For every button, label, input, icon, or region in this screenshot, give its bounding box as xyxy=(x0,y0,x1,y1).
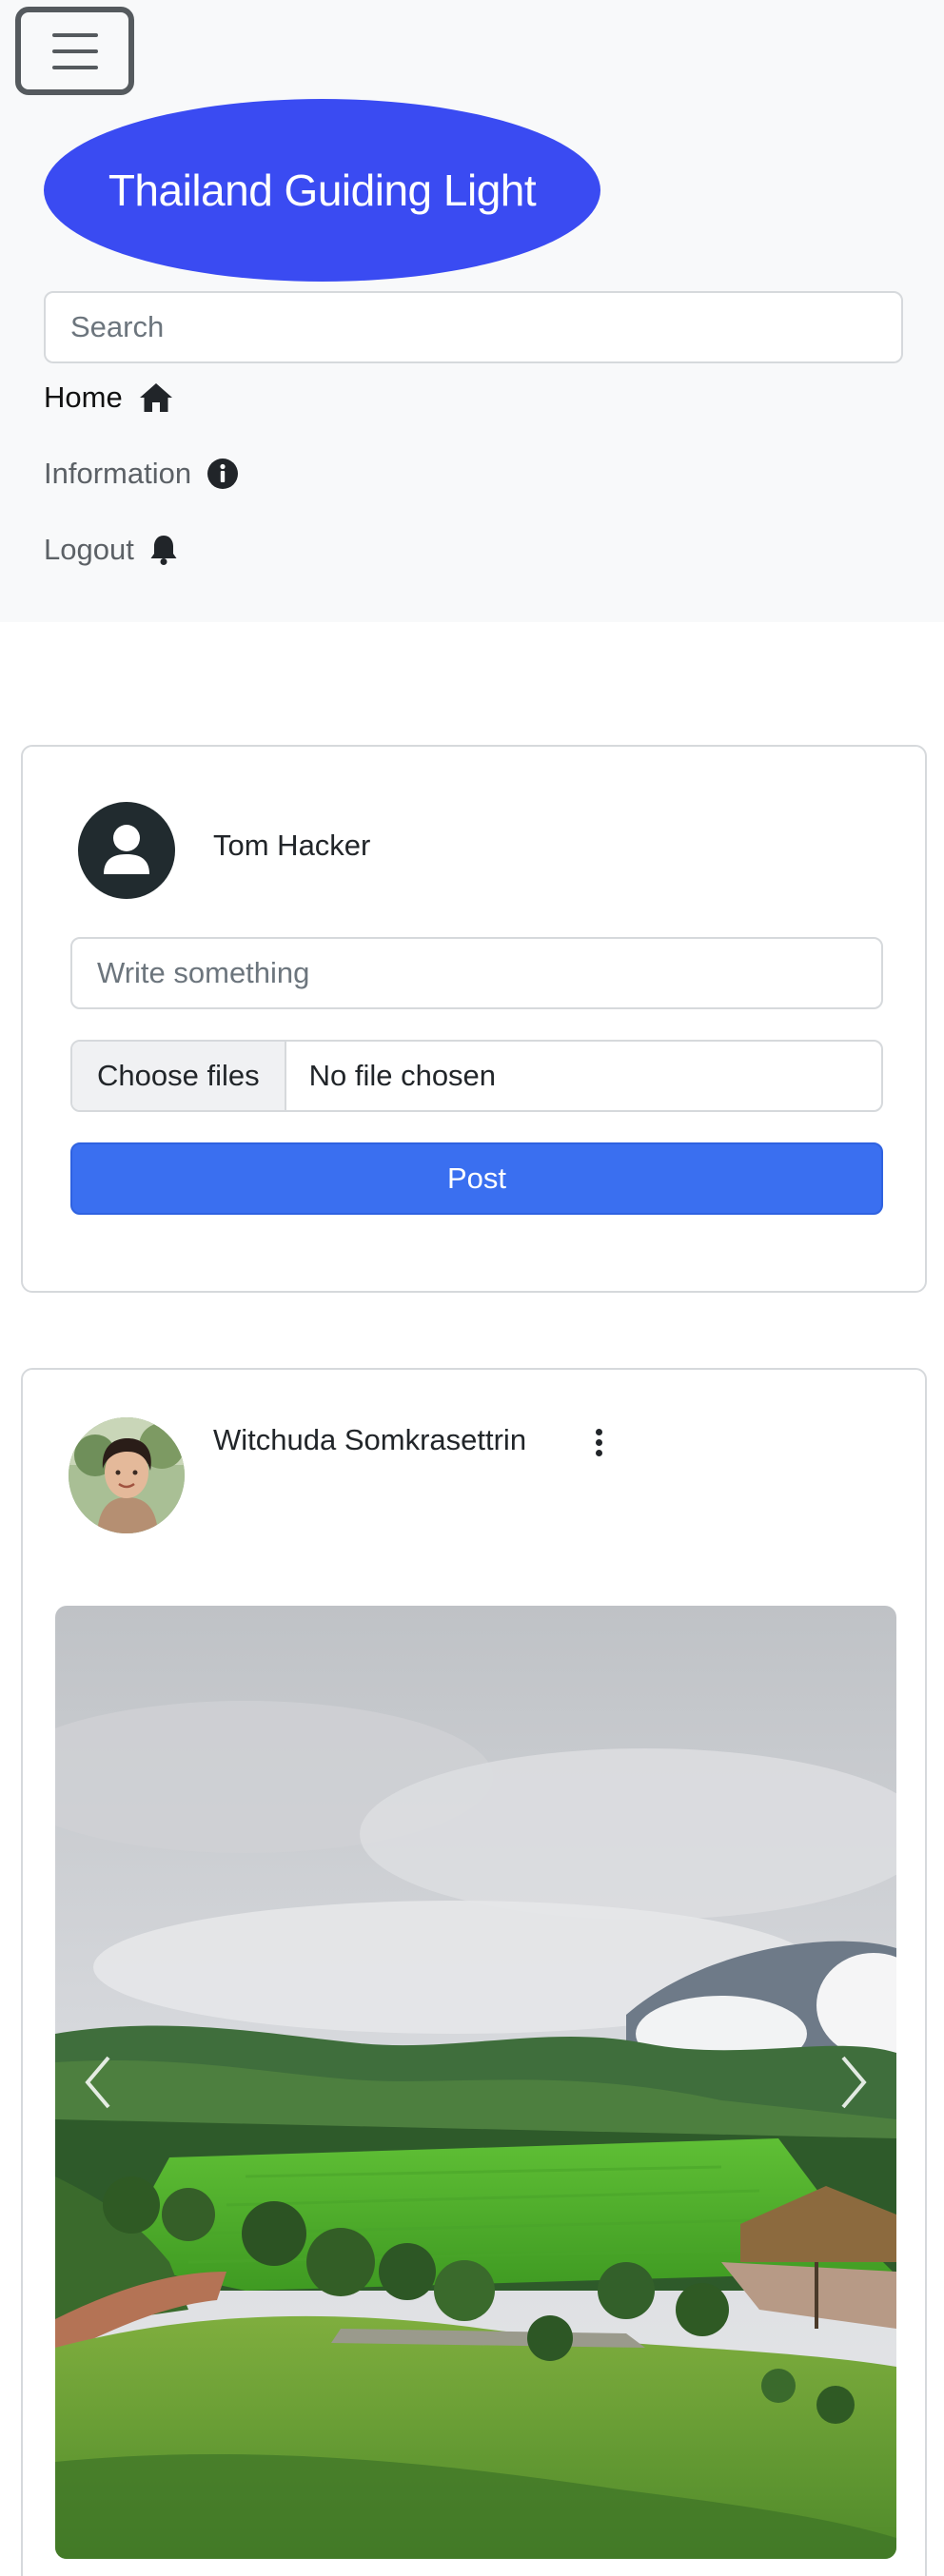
nav-item-label: Information xyxy=(44,457,192,490)
nav-item-home[interactable]: Home xyxy=(44,381,174,415)
post-card: Witchuda Somkrasettrin xyxy=(21,1368,927,2576)
post-button[interactable]: Post xyxy=(70,1142,883,1215)
nav-item-label: Home xyxy=(44,381,123,414)
post-author-name[interactable]: Witchuda Somkrasettrin xyxy=(213,1423,526,1457)
brand-title: Thailand Guiding Light xyxy=(108,166,537,215)
more-vertical-icon[interactable] xyxy=(584,1423,613,1461)
brand-logo[interactable]: Thailand Guiding Light xyxy=(44,99,600,282)
nav-item-information[interactable]: Information xyxy=(44,457,239,491)
file-status-text: No file chosen xyxy=(308,1059,497,1092)
menu-bar-line xyxy=(51,65,98,69)
kebab-dot xyxy=(595,1449,602,1456)
nav-item-logout[interactable]: Logout xyxy=(44,533,178,567)
search-placeholder: Search xyxy=(70,310,165,343)
menu-bar-line xyxy=(51,49,98,53)
kebab-dot xyxy=(595,1428,602,1435)
info-circle-icon xyxy=(207,459,239,489)
author-avatar[interactable] xyxy=(69,1417,185,1533)
landscape-photo xyxy=(55,1606,896,2559)
navbar-toggler-button[interactable] xyxy=(15,7,134,95)
post-text-input[interactable]: Write something xyxy=(70,937,883,1009)
post-composer-card: Tom Hacker Write something Choose files … xyxy=(21,745,927,1293)
nav-item-label: Logout xyxy=(44,533,134,566)
post-image-carousel[interactable] xyxy=(55,1606,896,2559)
author-photo xyxy=(69,1417,185,1533)
current-user-name: Tom Hacker xyxy=(213,829,371,862)
search-input[interactable]: Search xyxy=(44,291,903,363)
navbar: Thailand Guiding Light Search Home Infor… xyxy=(0,0,944,622)
kebab-dot xyxy=(595,1438,602,1446)
post-text-placeholder: Write something xyxy=(97,956,310,989)
bell-icon xyxy=(150,536,177,565)
menu-bar-line xyxy=(51,32,98,37)
avatar xyxy=(78,802,175,899)
home-icon xyxy=(139,383,172,412)
chevron-left-icon xyxy=(85,2056,110,2109)
choose-files-button[interactable]: Choose files xyxy=(72,1042,286,1110)
carousel-next-button[interactable] xyxy=(811,1606,896,2559)
user-icon xyxy=(104,825,149,874)
chevron-right-icon xyxy=(841,2056,867,2109)
file-upload-input[interactable]: Choose files No file chosen xyxy=(70,1040,883,1112)
carousel-prev-button[interactable] xyxy=(55,1606,141,2559)
